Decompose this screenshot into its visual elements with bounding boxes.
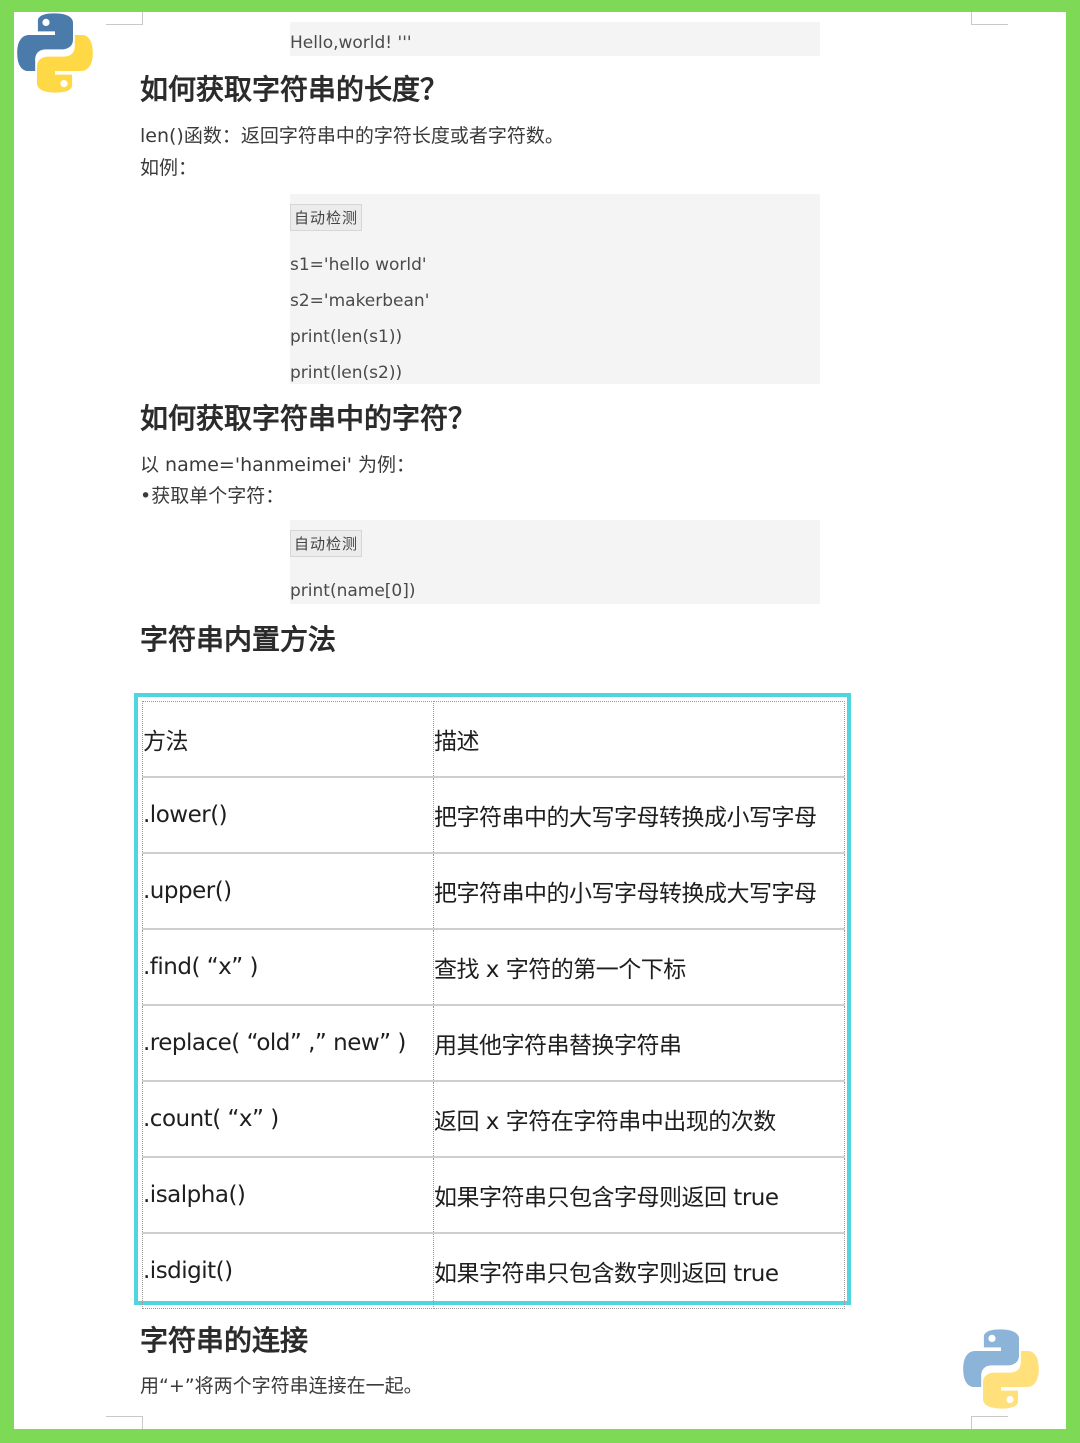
description-cell: 用其他字符串替换字符串 (433, 1004, 845, 1082)
table-row: .find( “x” ) 查找 x 字符的第一个下标 (142, 928, 845, 1006)
description-cell: 返回 x 字符在字符串中出现的次数 (433, 1080, 845, 1158)
example-label: 如例： (140, 157, 198, 179)
description-cell: 把字符串中的大写字母转换成小写字母 (433, 776, 845, 854)
length-description: len()函数：返回字符串中的字符长度或者字符数。 (140, 125, 564, 147)
table-header-cell: 方法 (142, 701, 434, 778)
method-cell: .isalpha() (142, 1156, 434, 1234)
code-line: print(name[0]) (290, 581, 416, 601)
table-row: .count( “x” ) 返回 x 字符在字符串中出现的次数 (142, 1080, 845, 1158)
code-block-char: 自动检测 print(name[0]) (290, 520, 820, 604)
concat-description: 用“+”将两个字符串连接在一起。 (140, 1375, 423, 1397)
code-line: print(len(s1)) (290, 327, 403, 347)
heading-string-concat: 字符串的连接 (140, 1324, 309, 1357)
page-corner-mark (971, 12, 1008, 25)
description-cell: 查找 x 字符的第一个下标 (433, 928, 845, 1006)
method-cell: .count( “x” ) (142, 1080, 434, 1158)
table-header-row: 方法 描述 (142, 701, 845, 778)
description-cell: 如果字符串只包含数字则返回 true (433, 1232, 845, 1309)
table-row: .upper() 把字符串中的小写字母转换成大写字母 (142, 852, 845, 930)
method-cell: .replace( “old” ,” new” ) (142, 1004, 434, 1082)
table-row: .isdigit() 如果字符串只包含数字则返回 true (142, 1232, 845, 1309)
code-line: s1='hello world' (290, 255, 427, 275)
code-block-length: 自动检测 s1='hello world' s2='makerbean' pri… (290, 194, 820, 384)
auto-detect-tag[interactable]: 自动检测 (290, 204, 363, 231)
table-row: .replace( “old” ,” new” ) 用其他字符串替换字符串 (142, 1004, 845, 1082)
auto-detect-tag[interactable]: 自动检测 (290, 530, 363, 557)
table-row: .lower() 把字符串中的大写字母转换成小写字母 (142, 776, 845, 854)
page-corner-mark (106, 12, 143, 25)
python-logo-icon (17, 13, 93, 93)
page-corner-mark (971, 1416, 1008, 1429)
get-char-description: 以 name='hanmeimei' 为例： (140, 454, 416, 476)
heading-get-char: 如何获取字符串中的字符？ (140, 402, 477, 435)
method-cell: .isdigit() (142, 1232, 434, 1309)
page-corner-mark (106, 1416, 143, 1429)
table-row: .isalpha() 如果字符串只包含字母则返回 true (142, 1156, 845, 1234)
method-cell: .upper() (142, 852, 434, 930)
heading-string-length: 如何获取字符串的长度？ (140, 73, 449, 106)
code-line: print(len(s2)) (290, 363, 403, 383)
method-cell: .lower() (142, 776, 434, 854)
heading-string-methods: 字符串内置方法 (140, 623, 337, 656)
method-cell: .find( “x” ) (142, 928, 434, 1006)
description-cell: 把字符串中的小写字母转换成大写字母 (433, 852, 845, 930)
methods-table-frame: 方法 描述 .lower() 把字符串中的大写字母转换成小写字母 .upper(… (134, 693, 851, 1309)
code-line: Hello,world! ''' (290, 33, 412, 53)
methods-table: 方法 描述 .lower() 把字符串中的大写字母转换成小写字母 .upper(… (142, 701, 845, 1309)
table-header-cell: 描述 (433, 701, 845, 778)
get-single-char-bullet: •获取单个字符： (140, 485, 285, 507)
document-page: Hello,world! ''' 如何获取字符串的长度？ len()函数：返回字… (14, 12, 1066, 1429)
code-block-top: Hello,world! ''' (290, 22, 820, 56)
code-line: s2='makerbean' (290, 291, 430, 311)
python-logo-icon (963, 1329, 1039, 1409)
description-cell: 如果字符串只包含字母则返回 true (433, 1156, 845, 1234)
